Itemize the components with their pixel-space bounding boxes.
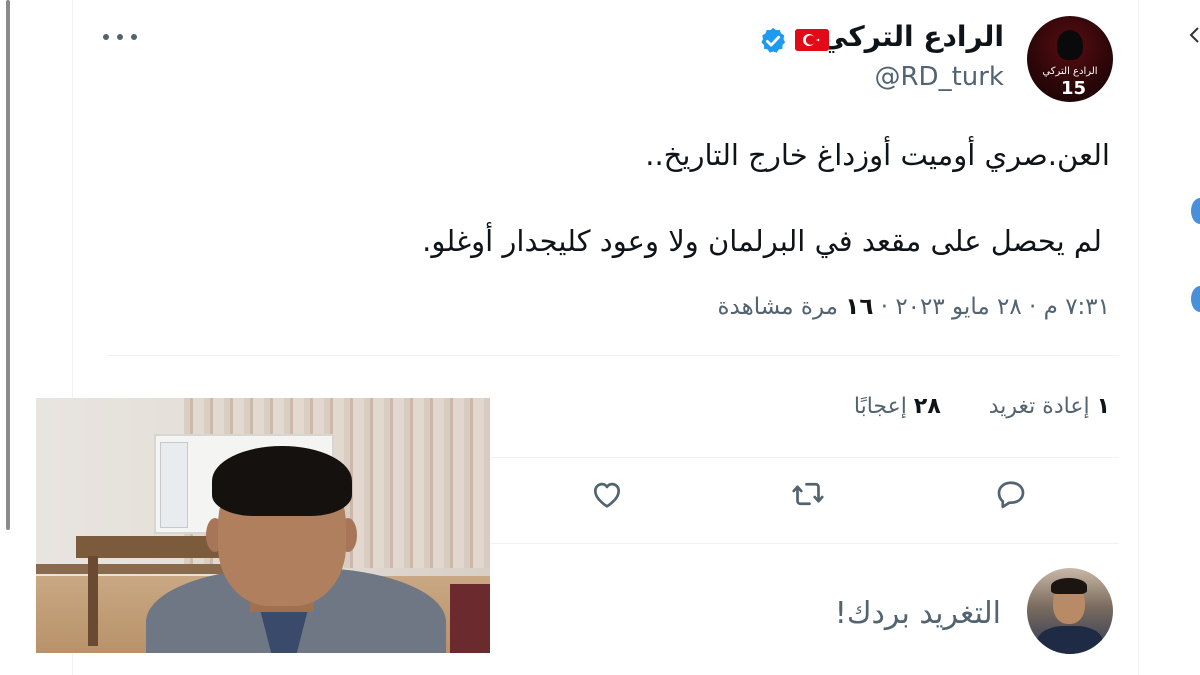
tweet-text-line-2: لم يحصل على مقعد في البرلمان ولا وعود كل…: [422, 224, 1102, 258]
tweet-detail-page: الرادع التركي 15 الرادع التركي @RD_turk …: [0, 0, 1200, 675]
author-avatar[interactable]: الرادع التركي 15: [1027, 16, 1113, 102]
meta-separator: ·: [1029, 294, 1037, 320]
tweet-text-line-1: العن.صري أوميت أوزداغ خارج التاريخ..: [645, 138, 1110, 172]
like-heart-icon[interactable]: [589, 476, 625, 512]
reply-icon[interactable]: [993, 476, 1029, 512]
avatar-number: 15: [1061, 78, 1087, 99]
retweets-stat[interactable]: ١ إعادة تغريد: [982, 394, 1110, 419]
likes-label: إعجابًا: [853, 394, 907, 419]
more-options-icon[interactable]: [103, 30, 137, 44]
author-display-name[interactable]: الرادع التركي: [820, 20, 1004, 53]
webcam-overlay-video: [36, 398, 490, 653]
avatar-label: الرادع التركي: [1042, 66, 1098, 77]
retweets-label: إعادة تغريد: [988, 394, 1090, 419]
notification-dot-icon[interactable]: [1191, 198, 1200, 224]
tweet-date[interactable]: ٢٨ مايو ٢٠٢٣: [895, 294, 1021, 320]
author-handle[interactable]: @RD_turk: [874, 62, 1004, 92]
avatar-figure: [1057, 30, 1083, 60]
views-count: ١٦: [845, 294, 874, 320]
scrollbar[interactable]: [6, 0, 10, 530]
retweets-count: ١: [1096, 394, 1110, 419]
divider: [107, 355, 1119, 356]
reply-input[interactable]: التغريد بردك!: [835, 596, 1001, 631]
column-divider: [1138, 0, 1139, 675]
likes-count: ٢٨: [913, 394, 941, 419]
tweet-meta: ٧:٣١ م · ٢٨ مايو ٢٠٢٣ · ١٦ مرة مشاهدة: [718, 294, 1111, 320]
retweet-icon[interactable]: [790, 476, 826, 512]
likes-stat[interactable]: ٢٨ إعجابًا: [854, 394, 941, 419]
turkey-flag-icon: [795, 29, 829, 51]
current-user-avatar[interactable]: [1027, 568, 1113, 654]
views-label: مرة مشاهدة: [717, 294, 838, 320]
sidebar-arrow-icon[interactable]: [1188, 24, 1200, 46]
tweet-time[interactable]: ٧:٣١ م: [1044, 294, 1110, 320]
notification-dot-icon[interactable]: [1191, 286, 1200, 312]
verified-badge-icon: [758, 26, 788, 56]
meta-separator: ·: [880, 294, 888, 320]
engagement-stats: ١ إعادة تغريد ٢٨ إعجابًا: [854, 394, 1110, 419]
